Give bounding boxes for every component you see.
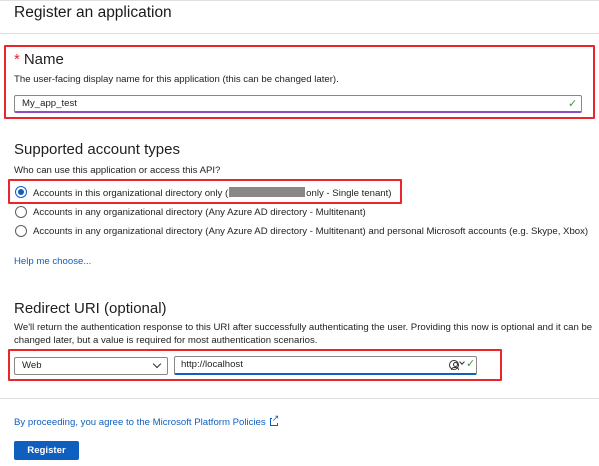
radio-single-tenant[interactable] — [15, 186, 27, 198]
platform-policies-text: By proceeding, you agree to the Microsof… — [14, 417, 266, 428]
name-heading-label: Name — [23, 51, 64, 68]
option-multitenant-personal-label[interactable]: Accounts in any organizational directory… — [33, 226, 588, 237]
name-field[interactable]: My_app_test ✓ — [14, 95, 582, 113]
name-heading: * Name — [14, 51, 64, 68]
redirect-description-line1: We'll return the authentication response… — [14, 322, 593, 333]
redirect-uri-field[interactable]: http://localhost ✓ — [174, 356, 477, 375]
help-me-choose-link[interactable]: Help me choose... — [14, 256, 91, 267]
name-field-value: My_app_test — [22, 98, 77, 109]
redirect-description-line2: changed later, but a value is required f… — [14, 335, 318, 346]
radio-multitenant-personal[interactable] — [15, 225, 27, 237]
required-marker: * — [14, 51, 20, 68]
account-types-question: Who can use this application or access t… — [14, 165, 221, 176]
title-divider — [0, 33, 599, 34]
top-border — [0, 0, 599, 1]
redirect-uri-value: http://localhost — [181, 359, 243, 370]
redirect-heading: Redirect URI (optional) — [14, 300, 167, 317]
radio-multitenant[interactable] — [15, 206, 27, 218]
chevron-down-icon — [152, 359, 162, 369]
account-types-heading: Supported account types — [14, 141, 180, 158]
checkmark-icon: ✓ — [466, 358, 476, 370]
external-link-icon — [269, 413, 280, 426]
checkmark-icon: ✓ — [568, 98, 578, 110]
autofill-user-icon[interactable] — [449, 360, 459, 370]
platform-policies-link[interactable]: By proceeding, you agree to the Microsof… — [14, 413, 280, 428]
autofill-chevron-icon[interactable] — [459, 359, 465, 365]
option-multitenant-label[interactable]: Accounts in any organizational directory… — [33, 207, 366, 218]
footer-divider — [0, 398, 599, 399]
register-button[interactable]: Register — [14, 441, 79, 460]
page-title: Register an application — [14, 4, 172, 21]
name-description: The user-facing display name for this ap… — [14, 74, 339, 85]
option-single-tenant-suffix: only - Single tenant) — [306, 188, 392, 199]
platform-select[interactable]: Web — [14, 357, 168, 375]
platform-select-value: Web — [22, 360, 42, 371]
option-single-tenant-prefix: Accounts in this organizational director… — [33, 188, 229, 199]
option-single-tenant-label[interactable]: Accounts in this organizational director… — [33, 187, 392, 199]
redacted-directory-name — [229, 187, 306, 197]
